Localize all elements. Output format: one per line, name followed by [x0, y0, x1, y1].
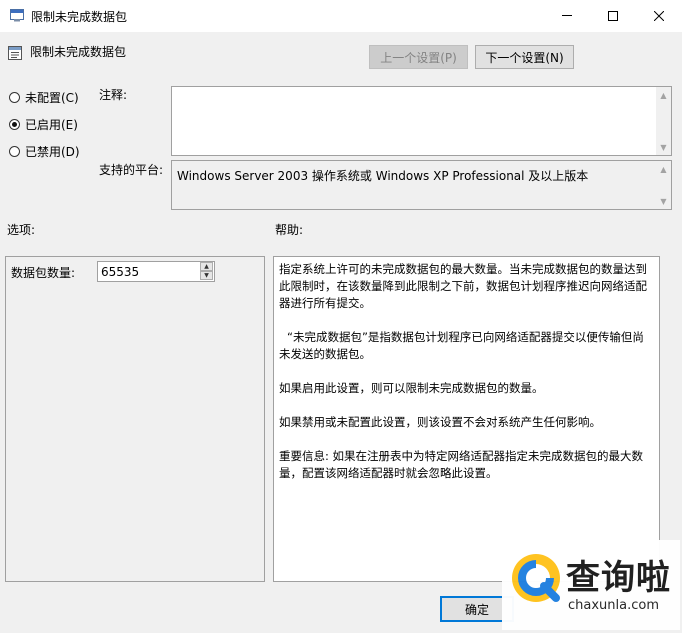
platform-text: Windows Server 2003 操作系统或 Windows XP Pro… — [177, 169, 589, 183]
options-pane: 数据包数量: 65535 ▲ ▼ — [5, 256, 265, 582]
options-label: 选项: — [7, 223, 36, 237]
watermark-brand: 查询啦 — [566, 558, 671, 598]
comment-textarea[interactable]: ▲ ▼ — [171, 86, 672, 156]
maximize-button[interactable] — [590, 0, 636, 31]
platform-label: 支持的平台: — [99, 163, 164, 177]
help-text: 指定系统上许可的未完成数据包的最大数量。当未完成数据包的数量达到此限制时，在该数… — [279, 261, 649, 499]
radio-label: 已启用(E) — [25, 117, 78, 132]
help-paragraph: 指定系统上许可的未完成数据包的最大数量。当未完成数据包的数量达到此限制时，在该数… — [279, 262, 647, 310]
help-pane: 指定系统上许可的未完成数据包的最大数量。当未完成数据包的数量达到此限制时，在该数… — [273, 256, 660, 582]
radio-circle[interactable] — [9, 91, 20, 103]
minimize-button[interactable] — [544, 0, 590, 31]
radio-circle-checked[interactable] — [9, 118, 20, 130]
watermark-logo-icon — [508, 550, 564, 609]
policy-app-icon — [10, 9, 24, 22]
packet-count-input[interactable]: 65535 ▲ ▼ — [97, 261, 215, 282]
policy-setting-icon — [7, 45, 23, 61]
scroll-up-icon[interactable]: ▲ — [656, 87, 671, 103]
spin-down-icon[interactable]: ▼ — [200, 271, 213, 280]
radio-not-configured[interactable]: 未配置(C) — [9, 88, 79, 106]
radio-disabled[interactable]: 已禁用(D) — [9, 142, 80, 160]
policy-title: 限制未完成数据包 — [30, 45, 127, 59]
spin-up-icon[interactable]: ▲ — [200, 262, 213, 271]
window-title: 限制未完成数据包 — [31, 10, 128, 24]
radio-label: 未配置(C) — [25, 90, 79, 105]
scroll-up-icon[interactable]: ▲ — [656, 161, 671, 177]
platform-box: Windows Server 2003 操作系统或 Windows XP Pro… — [171, 160, 672, 210]
packet-count-label: 数据包数量: — [11, 266, 76, 280]
platform-scrollbar[interactable]: ▲ ▼ — [656, 161, 671, 209]
radio-circle[interactable] — [9, 145, 20, 157]
watermark-domain: chaxunla.com — [568, 598, 659, 613]
help-paragraph: 如果禁用或未配置此设置，则该设置不会对系统产生任何影响。 — [279, 415, 601, 429]
packet-count-value: 65535 — [101, 264, 140, 279]
radio-enabled[interactable]: 已启用(E) — [9, 115, 78, 133]
help-paragraph: “未完成数据包”是指数据包计划程序已向网络适配器提交以便传输但尚未发送的数据包。 — [279, 330, 644, 361]
help-paragraph: 如果启用此设置，则可以限制未完成数据包的数量。 — [279, 381, 544, 395]
next-setting-button[interactable]: 下一个设置(N) — [475, 45, 574, 69]
watermark-panel: 查询啦 chaxunla.com — [502, 540, 680, 630]
scroll-down-icon[interactable]: ▼ — [656, 139, 671, 155]
comment-scrollbar[interactable]: ▲ ▼ — [656, 87, 671, 155]
close-button[interactable] — [636, 0, 682, 31]
radio-label: 已禁用(D) — [25, 144, 80, 159]
help-paragraph: 重要信息: 如果在注册表中为特定网络适配器指定未完成数据包的最大数量，配置该网络… — [279, 449, 644, 480]
scroll-down-icon[interactable]: ▼ — [656, 193, 671, 209]
comment-label: 注释: — [99, 88, 128, 102]
previous-setting-button[interactable]: 上一个设置(P) — [369, 45, 468, 69]
packet-count-spinner[interactable]: ▲ ▼ — [200, 262, 213, 281]
help-label: 帮助: — [275, 223, 304, 237]
